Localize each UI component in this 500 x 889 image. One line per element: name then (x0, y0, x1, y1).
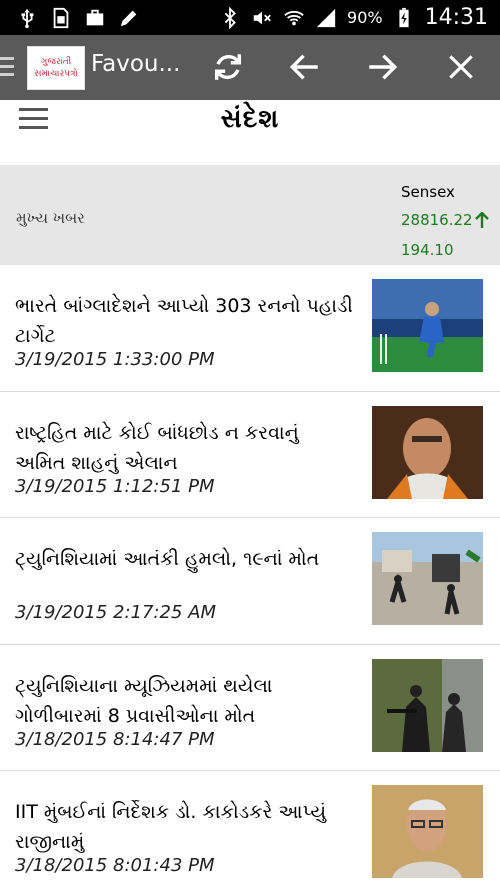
sensex-change: 194.10 (401, 241, 454, 259)
wifi-icon (284, 10, 304, 25)
status-bar: 90% 14:31 (0, 0, 500, 35)
logo-line-1: ગુજરાતી (40, 57, 72, 67)
status-left-icons (0, 7, 140, 29)
sim-icon (53, 7, 69, 28)
news-title: ટ્યુનિશિયામાં આતંકી હુમલો, ૧૯નાં મોત (15, 548, 320, 570)
news-item[interactable]: IIT મુંબઈનાં નિર્દેશક ડો. કાકોડકરે આપ્યુ… (0, 771, 500, 889)
news-item[interactable]: ભારતે બાંગ્લાદેશને આપ્યો 303 રનનો પહાડી … (0, 265, 500, 392)
section-label: મુખ્ય ખબર (16, 209, 85, 227)
sensex-value: 28816.22 (401, 211, 489, 229)
signal-icon (316, 8, 336, 27)
clock: 14:31 (424, 5, 488, 30)
news-title: ભારતે બાંગ્લાદેશને આપ્યો 303 રનનો પહાડી … (15, 295, 353, 347)
news-time: 3/18/2015 8:14:47 PM (15, 728, 215, 750)
pencil-icon (120, 10, 137, 26)
news-item[interactable]: ટ્યુનિશિયામાં આતંકી હુમલો, ૧૯નાં મોત 3/1… (0, 518, 500, 645)
forward-button[interactable] (364, 49, 400, 85)
news-thumbnail (372, 279, 483, 372)
arrow-left-icon (289, 54, 318, 80)
app-header: સંદેશ (0, 100, 500, 165)
action-bar: ગુજરાતી સમાચારપત્રો Favou... (0, 35, 500, 100)
logo-line-2: સમાચારપત્રો (34, 69, 78, 79)
app-logo[interactable]: ગુજરાતી સમાચારપત્રો (27, 46, 85, 90)
news-thumbnail (372, 405, 483, 499)
news-time: 3/19/2015 1:33:00 PM (15, 349, 215, 370)
sensex-value-text: 28816.22 (401, 211, 473, 229)
briefcase-icon (86, 9, 104, 25)
mute-icon (253, 11, 271, 24)
drawer-handle-icon[interactable] (0, 57, 14, 81)
news-title: ટ્યુનિશિયાના મ્યૂઝિયમમાં થયેલા ગોળીબારમા… (15, 674, 273, 727)
refresh-icon (214, 54, 242, 80)
news-list: ભારતે બાંગ્લાદેશને આપ્યો 303 રનનો પહાડી … (0, 265, 500, 889)
brand-title: સંદેશ (220, 104, 280, 134)
sensex-title: Sensex (401, 183, 455, 201)
news-thumbnail (372, 785, 483, 878)
close-button[interactable] (443, 49, 479, 85)
battery-percent: 90% (347, 8, 383, 27)
close-icon (449, 55, 473, 79)
sensex-bar: મુખ્ય ખબર Sensex 28816.22 194.10 (0, 165, 500, 265)
news-title: IIT મુંબઈનાં નિર્દેશક ડો. કાકોડકરે આપ્યુ… (15, 801, 327, 853)
arrow-right-icon (369, 54, 398, 80)
news-time: 3/19/2015 1:12:51 PM (15, 475, 215, 497)
news-title: રાષ્ટ્રહિત માટે કોઈ બાંધછોડ ન કરવાનું અમ… (15, 421, 299, 474)
news-item[interactable]: રાષ્ટ્રહિત માટે કોઈ બાંધછોડ ન કરવાનું અમ… (0, 392, 500, 518)
news-thumbnail (372, 532, 483, 625)
news-time: 3/18/2015 8:01:43 PM (15, 855, 215, 876)
status-right-icons: 90% 14:31 (219, 0, 488, 35)
back-button[interactable] (287, 49, 323, 85)
arrow-up-icon (474, 212, 489, 228)
news-time: 3/19/2015 2:17:25 AM (15, 602, 216, 623)
battery-charging-icon (399, 7, 409, 27)
refresh-button[interactable] (210, 49, 246, 85)
bluetooth-icon (224, 6, 236, 29)
news-item[interactable]: ટ્યુનિશિયાના મ્યૂઝિયમમાં થયેલા ગોળીબારમા… (0, 645, 500, 771)
usb-icon (21, 8, 34, 28)
news-thumbnail (372, 658, 483, 752)
action-bar-title: Favou... (91, 51, 181, 77)
